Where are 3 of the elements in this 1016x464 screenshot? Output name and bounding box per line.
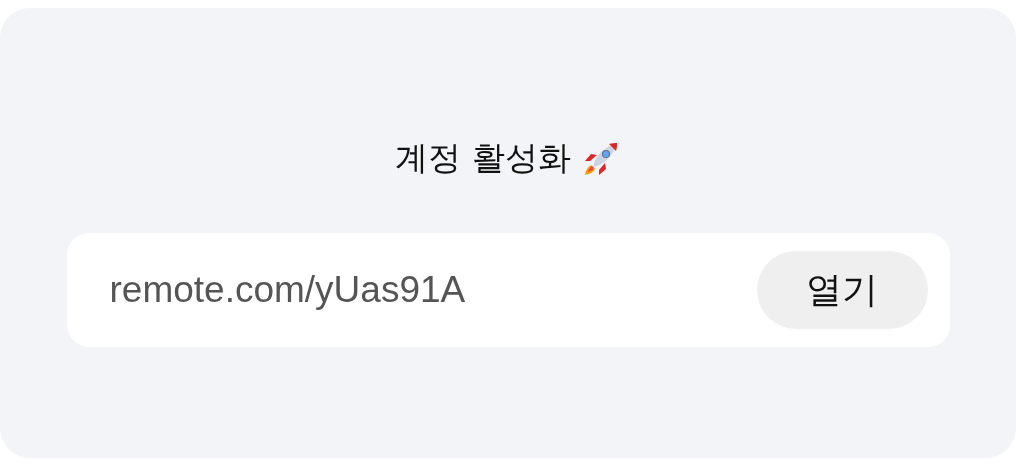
heading: 계정 활성화 — [395, 137, 571, 179]
open-button[interactable]: 열기 — [756, 251, 928, 329]
url-text: remote.com/yUas91A — [109, 269, 466, 311]
